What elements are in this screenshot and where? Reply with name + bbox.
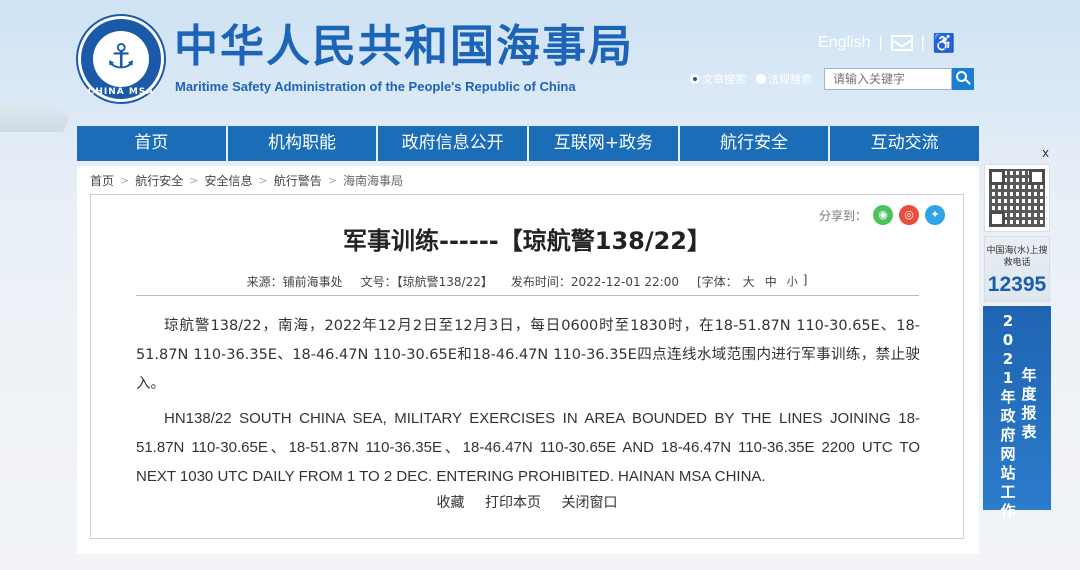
- radio-dot[interactable]: [756, 74, 766, 84]
- search-input[interactable]: [824, 68, 952, 90]
- qr-corner: [1029, 169, 1045, 185]
- main-content: 首页 > 航行安全 > 安全信息 > 航行警告 > 海南海事局 分享到： ◉ ◎…: [77, 166, 979, 554]
- article-paragraph-en: HN138/22 SOUTH CHINA SEA, MILITARY EXERC…: [136, 410, 920, 485]
- mail-icon[interactable]: [890, 35, 913, 51]
- font-size-medium[interactable]: 中: [765, 273, 777, 290]
- radio-label: 文章搜索: [702, 73, 746, 86]
- article-panel: 分享到： ◉ ◎ ✦ 军事训练------【琼航警138/22】 来源：铺前海事…: [90, 194, 964, 539]
- favorite-button[interactable]: 收藏: [437, 495, 465, 511]
- nav-functions[interactable]: 机构职能: [228, 126, 379, 161]
- chevron-right-icon: >: [120, 174, 130, 187]
- anchor-icon: ⚓: [105, 37, 137, 77]
- font-size-large[interactable]: 大: [743, 273, 755, 290]
- nav-interaction[interactable]: 互动交流: [830, 126, 979, 161]
- msa-logo[interactable]: ⚓ CHINA MSA: [78, 16, 164, 102]
- radio-law-search[interactable]: 法规搜索: [756, 71, 812, 87]
- nav-gov-info[interactable]: 政府信息公开: [378, 126, 530, 161]
- breadcrumb-safety-info[interactable]: 安全信息: [204, 172, 252, 189]
- close-icon[interactable]: x: [1042, 146, 1049, 160]
- article-actions: 收藏 打印本页 关闭窗口: [91, 492, 963, 512]
- english-link[interactable]: English: [818, 34, 870, 52]
- breadcrumb-nav-warnings[interactable]: 航行警告: [274, 172, 322, 189]
- divider: [136, 295, 919, 296]
- chevron-right-icon: >: [258, 174, 268, 187]
- font-size-label-end: ]: [802, 273, 808, 287]
- qr-corner: [989, 211, 1005, 227]
- report-text-right: 年度报表: [1021, 366, 1037, 441]
- logo-inner: ⚓: [93, 31, 149, 87]
- radio-article-search[interactable]: 文章搜索: [690, 71, 746, 87]
- annual-report-banner[interactable]: 2021年政府网站工作 年度报表: [983, 306, 1051, 520]
- breadcrumb-navigation-safety[interactable]: 航行安全: [135, 172, 183, 189]
- search-icon-handle: [965, 79, 971, 85]
- qr-pattern: [989, 169, 1045, 227]
- report-text-left: 2021年政府网站工作: [1000, 312, 1016, 520]
- chevron-right-icon: >: [189, 174, 199, 187]
- nav-home[interactable]: 首页: [77, 126, 228, 161]
- qr-corner: [989, 169, 1005, 185]
- site-title: 中华人民共和国海事局: [174, 21, 634, 72]
- site-subtitle: Maritime Safety Administration of the Pe…: [175, 79, 576, 94]
- breadcrumb-hainan-msa[interactable]: 海南海事局: [343, 172, 403, 189]
- article-title: 军事训练------【琼航警138/22】: [342, 227, 712, 255]
- rescue-hotline[interactable]: 中国海(水)上搜救电话 12395: [984, 236, 1050, 302]
- font-size-label: [字体：: [696, 275, 738, 289]
- article-source: 来源：铺前海事处: [246, 275, 343, 289]
- article-doc-number: 文号：【琼航警138/22】: [360, 275, 493, 289]
- article-publish-time: 发布时间：2022-12-01 22:00: [510, 275, 679, 289]
- logo-text: CHINA MSA: [87, 87, 155, 97]
- search-bar: 文章搜索 法规搜索: [690, 68, 974, 90]
- qr-code: [984, 164, 1050, 232]
- article-paragraph-cn: 琼航警138/22，南海，2022年12月2日至12月3日，每日0600时至18…: [136, 318, 920, 392]
- breadcrumb-home[interactable]: 首页: [90, 172, 114, 189]
- radio-label: 法规搜索: [768, 73, 812, 86]
- nav-navigation-safety[interactable]: 航行安全: [680, 126, 831, 161]
- main-nav: 首页 机构职能 政府信息公开 互联网+政务 航行安全 互动交流: [77, 126, 979, 161]
- search-button[interactable]: [952, 68, 974, 90]
- breadcrumb: 首页 > 航行安全 > 安全信息 > 航行警告 > 海南海事局: [90, 172, 403, 189]
- separator: |: [920, 34, 925, 51]
- background-ship: [0, 100, 70, 132]
- hotline-number: 12395: [987, 273, 1047, 296]
- accessibility-icon[interactable]: ♿: [933, 34, 955, 52]
- top-links: English | | ♿: [818, 34, 955, 52]
- chevron-right-icon: >: [327, 174, 337, 187]
- hotline-label: 中国海(水)上搜救电话: [986, 246, 1048, 268]
- font-size-small[interactable]: 小: [787, 273, 798, 290]
- print-button[interactable]: 打印本页: [485, 495, 541, 511]
- nav-internet-services[interactable]: 互联网+政务: [529, 126, 680, 161]
- radio-dot-selected[interactable]: [690, 74, 700, 84]
- separator: |: [878, 34, 883, 51]
- article-meta: 来源：铺前海事处 文号：【琼航警138/22】 发布时间：2022-12-01 …: [91, 273, 963, 290]
- close-window-button[interactable]: 关闭窗口: [561, 495, 617, 511]
